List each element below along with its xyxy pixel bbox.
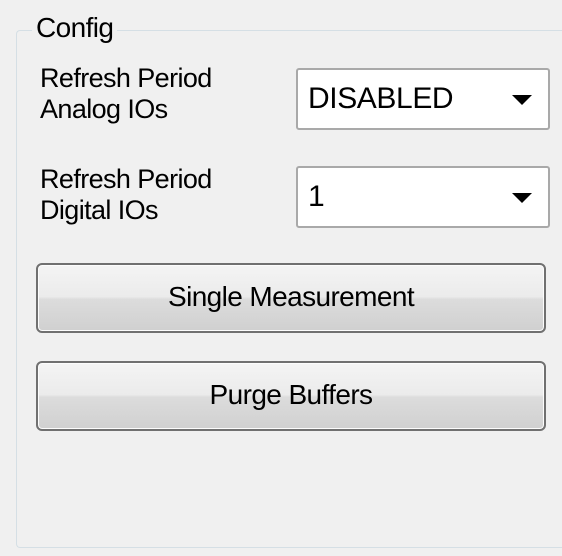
- config-panel: Config Refresh Period Analog IOs DISABLE…: [0, 0, 562, 556]
- digital-refresh-selected-value: 1: [308, 180, 325, 213]
- analog-refresh-selected-value: DISABLED: [308, 82, 454, 115]
- digital-refresh-label-line1: Refresh Period: [40, 164, 212, 194]
- analog-refresh-label: Refresh Period Analog IOs: [40, 63, 212, 125]
- digital-refresh-label-line2: Digital IOs: [40, 195, 159, 225]
- analog-refresh-label-line1: Refresh Period: [40, 63, 212, 93]
- analog-refresh-period-dropdown[interactable]: DISABLED: [296, 68, 550, 130]
- chevron-down-icon[interactable]: [512, 193, 532, 203]
- digital-refresh-period-dropdown[interactable]: 1: [296, 166, 550, 228]
- single-measurement-button[interactable]: Single Measurement: [36, 263, 546, 333]
- chevron-down-icon[interactable]: [512, 95, 532, 105]
- purge-buffers-button[interactable]: Purge Buffers: [36, 361, 546, 431]
- analog-refresh-label-line2: Analog IOs: [40, 94, 168, 124]
- digital-refresh-label: Refresh Period Digital IOs: [40, 164, 212, 226]
- config-group-title: Config: [32, 11, 118, 45]
